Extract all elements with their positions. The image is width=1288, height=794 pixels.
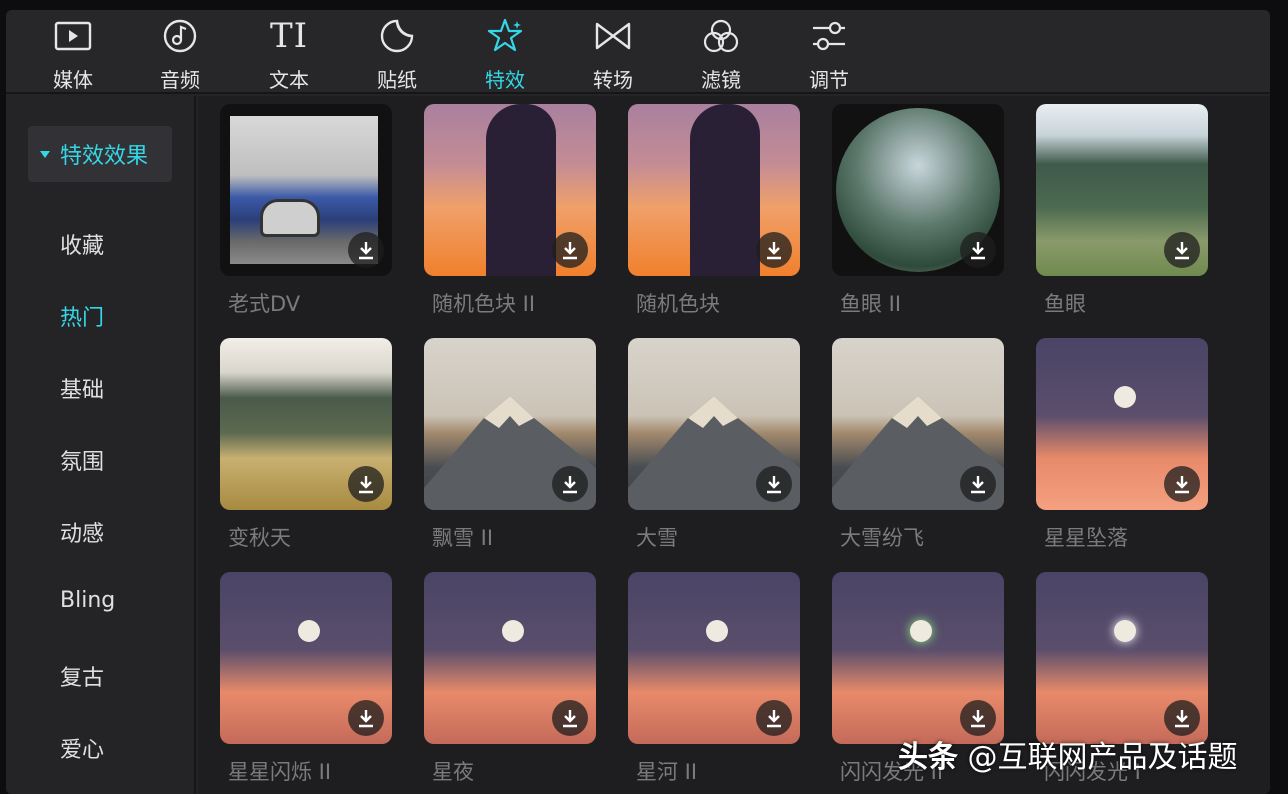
transition-icon	[593, 18, 633, 54]
effect-thumbnail	[628, 104, 800, 276]
tab-text[interactable]: TI 文本	[249, 10, 329, 94]
download-icon[interactable]	[756, 700, 792, 736]
effect-label: 大雪	[636, 526, 678, 550]
effects-panel-window: 媒体 音频 TI 文本 贴纸 特效 转场 滤镜 调节 特效效果 收藏 热门 基础…	[6, 10, 1270, 794]
effect-label: 鱼眼 II	[840, 292, 902, 316]
effect-label: 星星坠落	[1044, 526, 1128, 550]
download-icon[interactable]	[756, 466, 792, 502]
effect-label: 星星闪烁 II	[228, 760, 332, 784]
effect-label: 变秋天	[228, 526, 291, 550]
download-icon[interactable]	[1164, 466, 1200, 502]
tab-filter[interactable]: 滤镜	[681, 10, 761, 94]
adjust-icon	[809, 18, 849, 54]
download-icon[interactable]	[348, 466, 384, 502]
effect-thumbnail	[220, 572, 392, 744]
effect-label: 随机色块	[636, 292, 720, 316]
sidebar-item-retro[interactable]: 复古	[60, 660, 104, 692]
sidebar-item-popular[interactable]: 热门	[60, 300, 104, 332]
sidebar-item-love[interactable]: 爱心	[60, 732, 104, 764]
effect-thumbnail	[424, 572, 596, 744]
tab-sticker[interactable]: 贴纸	[357, 10, 437, 94]
sidebar-item-basic[interactable]: 基础	[60, 372, 104, 404]
effect-label: 大雪纷飞	[840, 526, 924, 550]
effect-thumbnail	[832, 572, 1004, 744]
download-icon[interactable]	[552, 466, 588, 502]
watermark: 头条 @互联网产品及话题	[898, 732, 1238, 776]
category-sidebar: 特效效果 收藏 热门 基础 氛围 动感 Bling 复古 爱心	[6, 96, 196, 794]
audio-icon	[160, 18, 200, 54]
effect-label: 星河 II	[636, 760, 698, 784]
effect-thumbnail	[832, 338, 1004, 510]
download-icon[interactable]	[960, 232, 996, 268]
caret-down-icon	[40, 150, 50, 158]
category-header-effects[interactable]: 特效效果	[28, 126, 172, 182]
filter-icon	[701, 18, 741, 54]
download-icon[interactable]	[552, 232, 588, 268]
tab-adjust[interactable]: 调节	[789, 10, 869, 94]
effects-icon	[485, 18, 525, 54]
tab-effects[interactable]: 特效	[465, 10, 545, 94]
sidebar-item-atmosphere[interactable]: 氛围	[60, 444, 104, 476]
tab-audio[interactable]: 音频	[140, 10, 220, 94]
sidebar-item-favorites[interactable]: 收藏	[60, 228, 104, 260]
watermark-handle: @互联网产品及话题	[967, 740, 1238, 775]
tab-transition[interactable]: 转场	[573, 10, 653, 94]
effect-thumbnail	[424, 104, 596, 276]
sidebar-item-bling[interactable]: Bling	[60, 588, 115, 613]
effect-thumbnail	[628, 338, 800, 510]
tab-effects-label: 特效	[485, 68, 525, 92]
tab-filter-label: 滤镜	[701, 68, 741, 92]
effect-label: 飘雪 II	[432, 526, 494, 550]
tab-text-label: 文本	[269, 68, 309, 92]
sidebar-item-dynamic[interactable]: 动感	[60, 516, 104, 548]
tab-media-label: 媒体	[53, 68, 93, 92]
download-icon[interactable]	[1164, 232, 1200, 268]
effect-thumbnail	[628, 572, 800, 744]
category-header-label: 特效效果	[60, 144, 149, 169]
effect-thumbnail	[1036, 338, 1208, 510]
effect-thumbnail	[220, 338, 392, 510]
effects-grid: 老式DV 随机色块 II 随机色块 鱼眼 II 鱼眼 变秋天 飘雪 II 大雪 …	[198, 96, 1270, 794]
tab-transition-label: 转场	[593, 68, 633, 92]
effect-thumbnail	[220, 104, 392, 276]
effect-thumbnail	[424, 338, 596, 510]
sticker-icon	[377, 18, 417, 54]
download-icon[interactable]	[348, 232, 384, 268]
download-icon[interactable]	[552, 700, 588, 736]
watermark-brand: 头条	[898, 740, 958, 775]
download-icon[interactable]	[1164, 700, 1200, 736]
effect-label: 鱼眼	[1044, 292, 1086, 316]
media-icon	[53, 18, 93, 54]
top-toolbar: 媒体 音频 TI 文本 贴纸 特效 转场 滤镜 调节	[6, 10, 1270, 94]
tab-adjust-label: 调节	[809, 68, 849, 92]
tab-media[interactable]: 媒体	[33, 10, 113, 94]
download-icon[interactable]	[348, 700, 384, 736]
effect-label: 随机色块 II	[432, 292, 536, 316]
effect-label: 老式DV	[228, 292, 301, 316]
download-icon[interactable]	[960, 466, 996, 502]
effect-thumbnail	[1036, 572, 1208, 744]
text-icon: TI	[269, 16, 309, 56]
text-icon-glyph: TI	[269, 16, 309, 56]
effect-thumbnail	[832, 104, 1004, 276]
download-icon[interactable]	[756, 232, 792, 268]
download-icon[interactable]	[960, 700, 996, 736]
tab-sticker-label: 贴纸	[377, 68, 417, 92]
tab-audio-label: 音频	[160, 68, 200, 92]
effect-thumbnail	[1036, 104, 1208, 276]
effect-label: 星夜	[432, 760, 474, 784]
